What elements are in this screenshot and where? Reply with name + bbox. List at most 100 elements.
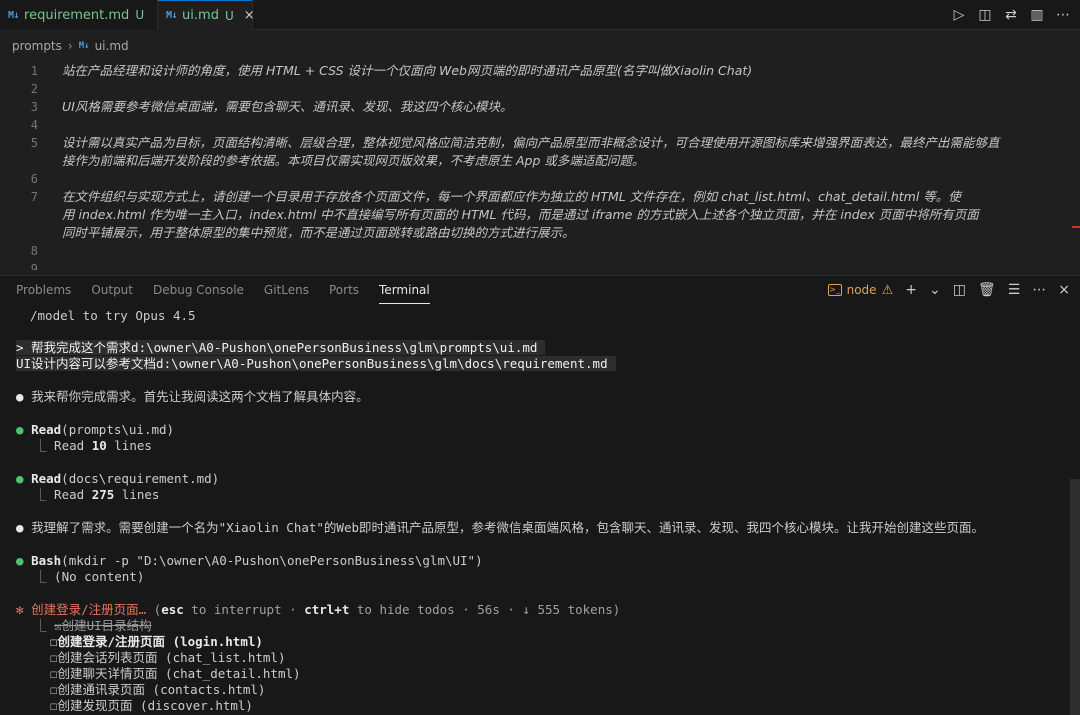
tool-result: ⎿ Read 10 lines — [34, 438, 152, 454]
editor-line[interactable]: 3 UI风格需要参考微信桌面端，需要包含聊天、通讯录、发现、我这四个核心模块。 — [0, 98, 1080, 116]
tab-ui-md[interactable]: M↓ ui.md U × — [158, 0, 255, 30]
terminal-output[interactable]: /model to try Opus 4.5 > 帮我完成这个需求d:\owne… — [0, 304, 1080, 715]
more-icon[interactable]: ⋯ — [1056, 7, 1070, 23]
tab-label: ui.md — [182, 8, 219, 23]
message-text: 我理解了需求。需要创建一个名为"Xiaolin Chat"的Web即时通讯产品原… — [31, 520, 985, 535]
todo-text: 创建会话列表页面 (chat_list.html) — [57, 650, 286, 665]
todo-checkbox: ☒ — [54, 618, 62, 633]
tab-problems[interactable]: Problems — [16, 276, 71, 304]
tree-branch-icon: ⎿ — [34, 569, 47, 584]
close-icon[interactable]: × — [1058, 282, 1070, 298]
spinner-icon: ✻ — [16, 602, 24, 617]
status-hint: (esc to interrupt · ctrl+t to hide todos… — [153, 602, 621, 617]
markdown-icon: M↓ — [78, 41, 90, 51]
close-icon[interactable]: × — [244, 8, 255, 23]
new-terminal-icon[interactable]: + — [905, 282, 917, 298]
todo-checkbox: ☐ — [50, 682, 58, 697]
panel-actions: >_ node ⚠ + ⌄ ◫ 🗑 ☰ ⋯ × — [827, 276, 1070, 304]
editor-line[interactable]: 7 在文件组织与实现方式上，请创建一个目录用于存放各个页面文件，每一个界面都应作… — [0, 188, 1080, 206]
user-prompt: UI设计内容可以参考文档d:\owner\A0-Pushon\onePerson… — [16, 356, 616, 371]
editor-tab-bar: M↓ requirement.md U M↓ ui.md U × ▷ ◫ ⇄ ▥… — [0, 0, 1080, 30]
tab-debug-console[interactable]: Debug Console — [153, 276, 244, 304]
line-text: 站在产品经理和设计师的角度，使用 HTML + CSS 设计一个仅面向 Web网… — [62, 63, 753, 78]
line-number: 7 — [30, 190, 38, 204]
result-suffix: lines — [106, 438, 152, 453]
clear-icon[interactable]: ☰ — [1008, 282, 1021, 298]
todo-item: ☐创建通讯录页面 (contacts.html) — [50, 682, 265, 698]
result-count: 10 — [91, 438, 107, 453]
editor-line[interactable]: 1 站在产品经理和设计师的角度，使用 HTML + CSS 设计一个仅面向 We… — [0, 62, 1080, 80]
todo-item: ☐创建会话列表页面 (chat_list.html) — [50, 650, 285, 666]
todo-text: 创建UI目录结构 — [61, 618, 152, 633]
markdown-icon: M↓ — [166, 10, 178, 21]
tab-gitlens[interactable]: GitLens — [264, 276, 309, 304]
more-icon[interactable]: ⋯ — [1032, 282, 1046, 298]
tab-label: requirement.md — [24, 7, 130, 23]
line-number: 9 — [30, 262, 38, 270]
terminal-instance-node[interactable]: >_ node ⚠ — [827, 282, 894, 298]
status-title: 创建登录/注册页面… — [31, 602, 147, 617]
line-text: 设计需以真实产品为目标，页面结构清晰、层级合理，整体视觉风格应简洁克制，偏向产品… — [62, 135, 1000, 150]
split-editor-icon[interactable]: ▥ — [1030, 7, 1044, 23]
tab-requirement-md[interactable]: M↓ requirement.md U — [0, 0, 158, 30]
tab-ports[interactable]: Ports — [329, 276, 359, 304]
line-number: 4 — [30, 118, 38, 132]
run-icon[interactable]: ▷ — [952, 7, 966, 23]
todo-text: 创建登录/注册页面 (login.html) — [57, 634, 263, 649]
editor-line-wrap[interactable]: 接作为前端和后端开发阶段的参考依据。本项目仅需实现网页版效果，不考虑原生 App… — [0, 152, 1080, 170]
todo-text: 创建发现页面 (discover.html) — [57, 698, 253, 713]
tool-call: ● Bash(mkdir -p "D:\owner\A0-Pushon\oneP… — [16, 553, 483, 569]
editor-line[interactable]: 6 — [0, 170, 1080, 188]
terminal-line: UI设计内容可以参考文档d:\owner\A0-Pushon\onePerson… — [16, 356, 616, 372]
editor-line[interactable]: 9 — [0, 260, 1080, 270]
editor-line-wrap[interactable]: 用 index.html 作为唯一主入口，index.html 中不直接编写所有… — [0, 206, 1080, 224]
editor-actions: ▷ ◫ ⇄ ▥ ⋯ — [952, 0, 1070, 30]
editor-line[interactable]: 8 — [0, 242, 1080, 260]
trash-icon[interactable]: 🗑 — [978, 282, 996, 298]
result-prefix: Read — [54, 438, 92, 453]
terminal-line: > 帮我完成这个需求d:\owner\A0-Pushon\onePersonBu… — [16, 340, 546, 356]
line-number: 8 — [30, 244, 38, 258]
chevron-down-icon[interactable]: ⌄ — [929, 282, 941, 298]
terminal-scrollbar[interactable] — [1070, 479, 1080, 715]
bullet-icon: ● — [16, 520, 24, 535]
line-number: 6 — [30, 172, 38, 186]
markdown-icon: M↓ — [8, 9, 20, 21]
line-text: UI风格需要参考微信桌面端，需要包含聊天、通讯录、发现、我这四个核心模块。 — [62, 99, 513, 114]
bullet-icon: ● — [16, 389, 24, 404]
split-terminal-icon[interactable]: ◫ — [953, 282, 966, 298]
tab-output[interactable]: Output — [91, 276, 133, 304]
result-text: (No content) — [54, 569, 145, 584]
line-number: 5 — [30, 136, 38, 150]
todo-item: ⎿ ☒创建UI目录结构 — [34, 618, 152, 634]
tab-terminal[interactable]: Terminal — [379, 276, 430, 304]
editor-line[interactable]: 2 — [0, 80, 1080, 98]
todo-item: ☐创建发现页面 (discover.html) — [50, 698, 253, 714]
editor-line[interactable]: 4 — [0, 116, 1080, 134]
editor-line-wrap[interactable]: 同时平铺展示，用于整体原型的集中预览，而不是通过页面跳转或路由切换的方式进行展示… — [0, 224, 1080, 242]
message-text: 我来帮你完成需求。首先让我阅读这两个文档了解具体内容。 — [31, 389, 369, 404]
user-prompt: > 帮我完成这个需求d:\owner\A0-Pushon\onePersonBu… — [16, 340, 546, 355]
todo-checkbox: ☐ — [50, 698, 58, 713]
open-preview-icon[interactable]: ◫ — [978, 7, 992, 23]
editor-area[interactable]: 1 站在产品经理和设计师的角度，使用 HTML + CSS 设计一个仅面向 We… — [0, 60, 1080, 270]
line-number: 3 — [30, 100, 38, 114]
tool-name: Bash — [31, 553, 62, 568]
todo-item: ☐创建登录/注册页面 (login.html) — [50, 634, 263, 650]
todo-item: ☐创建聊天详情页面 (chat_detail.html) — [50, 666, 301, 682]
line-text: 在文件组织与实现方式上，请创建一个目录用于存放各个页面文件，每一个界面都应作为独… — [62, 189, 961, 204]
editor-line[interactable]: 5 设计需以真实产品为目标，页面结构清晰、层级合理，整体视觉风格应简洁克制，偏向… — [0, 134, 1080, 152]
tool-args: (prompts\ui.md) — [61, 422, 175, 437]
tree-branch-icon: ⎿ — [34, 438, 47, 453]
todo-checkbox: ☐ — [50, 666, 58, 681]
terminal-name: node — [846, 283, 877, 297]
tool-result: ⎿ Read 275 lines — [34, 487, 159, 503]
tool-name: Read — [31, 471, 62, 486]
todo-text: 创建聊天详情页面 (chat_detail.html) — [57, 666, 301, 681]
breadcrumb-file[interactable]: ui.md — [95, 39, 129, 53]
chevron-right-icon: › — [67, 39, 73, 53]
line-text: 同时平铺展示，用于整体原型的集中预览，而不是通过页面跳转或路由切换的方式进行展示… — [62, 225, 575, 240]
warning-icon: ⚠ — [881, 282, 894, 298]
compare-icon[interactable]: ⇄ — [1004, 7, 1018, 23]
breadcrumb-folder[interactable]: prompts — [12, 39, 62, 53]
